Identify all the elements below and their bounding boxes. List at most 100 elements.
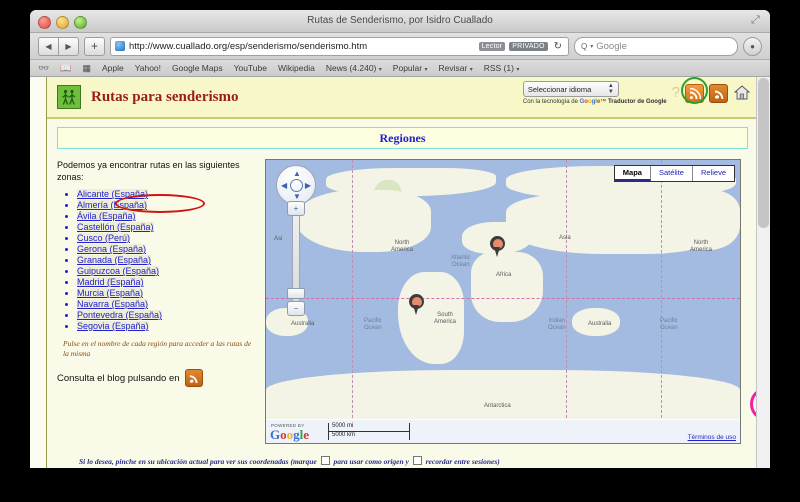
reload-icon[interactable]: ↻ xyxy=(552,41,564,52)
meridian-line xyxy=(661,160,662,443)
reader-button[interactable]: Lector xyxy=(478,41,506,51)
region-link[interactable]: Ávila (España) xyxy=(77,211,136,221)
bottom-note-part1: Si lo desea, pinche en su ubicación actu… xyxy=(79,457,319,466)
bookmark-news[interactable]: News (4.240) ▾ xyxy=(326,63,382,73)
zoom-out-button[interactable]: − xyxy=(287,301,305,316)
map-label: Australia xyxy=(588,321,612,327)
home-icon[interactable] xyxy=(733,84,750,101)
fullscreen-icon[interactable]: ⤢ xyxy=(751,15,762,26)
downloads-button[interactable]: ● xyxy=(743,36,762,56)
translate-attribution: Con la tecnología de Google™ Traductor d… xyxy=(523,99,667,105)
bookmark-yahoo[interactable]: Yahoo! xyxy=(135,63,161,73)
url-text: http://www.cuallado.org/esp/senderismo/s… xyxy=(129,40,368,52)
region-link[interactable]: Alicante (España) xyxy=(77,189,149,199)
language-select[interactable]: Seleccionar idioma ▲ ▼ xyxy=(522,81,619,97)
region-link[interactable]: Murcia (España) xyxy=(77,288,144,298)
region-list: Alicante (España)Almería (España)Ávila (… xyxy=(57,189,257,331)
list-item: Pontevedra (España) xyxy=(77,310,257,320)
region-link[interactable]: Gerona (España) xyxy=(77,244,147,254)
back-button[interactable]: ◀ xyxy=(38,36,58,56)
bookmark-news-label: News (4.240) xyxy=(325,63,377,73)
origin-checkbox[interactable] xyxy=(320,456,330,465)
rss-highlight-ring xyxy=(681,77,708,104)
region-link[interactable]: Navarra (España) xyxy=(77,299,149,309)
region-link[interactable]: Guipuzcoa (España) xyxy=(77,266,160,276)
window-title: Rutas de Senderismo, por Isidro Cuallado xyxy=(307,15,493,26)
region-link[interactable]: Madrid (España) xyxy=(77,277,144,287)
region-link[interactable]: Cusco (Perú) xyxy=(77,233,131,243)
zoom-in-button[interactable]: + xyxy=(287,201,305,216)
south-america-marker[interactable] xyxy=(409,294,424,315)
europe-marker[interactable] xyxy=(490,236,505,257)
zoom-window-button[interactable] xyxy=(74,16,87,29)
list-item: Navarra (España) xyxy=(77,299,257,309)
pan-right-icon[interactable]: ▶ xyxy=(305,181,311,190)
address-bar[interactable]: http://www.cuallado.org/esp/senderismo/s… xyxy=(110,36,569,56)
bookmark-popular[interactable]: Popular ▾ xyxy=(393,63,428,73)
forward-button[interactable]: ▶ xyxy=(58,36,79,56)
bookmark-rss[interactable]: RSS (1) ▾ xyxy=(484,63,520,73)
region-link[interactable]: Almería (España) xyxy=(77,200,148,210)
bookmark-google-maps[interactable]: Google Maps xyxy=(172,63,223,73)
list-item: Castellón (España) xyxy=(77,222,257,232)
hikers-icon xyxy=(57,85,81,109)
region-link[interactable]: Castellón (España) xyxy=(77,222,154,232)
zoom-slider-track[interactable] xyxy=(292,204,300,316)
bookmark-youtube[interactable]: YouTube xyxy=(234,63,267,73)
chevron-down-icon: ▾ xyxy=(590,43,594,50)
window-controls xyxy=(38,16,87,29)
search-field[interactable]: Q ▾ Google xyxy=(574,36,738,56)
private-badge: PRIVADO xyxy=(509,41,548,51)
map-label: Antarctica xyxy=(484,403,511,409)
pan-left-icon[interactable]: ◀ xyxy=(281,181,287,190)
landmass-africa xyxy=(471,252,543,322)
rss-icon[interactable] xyxy=(685,84,704,103)
pan-center-icon[interactable] xyxy=(289,178,303,192)
scale-kilometers: 5000 km xyxy=(332,432,356,438)
close-window-button[interactable] xyxy=(38,16,51,29)
chevron-down-icon: ▾ xyxy=(424,67,428,73)
region-link[interactable]: Granada (España) xyxy=(77,255,152,265)
pan-down-icon[interactable]: ▼ xyxy=(293,192,301,201)
blog-icon[interactable] xyxy=(709,84,728,103)
region-link[interactable]: Pontevedra (España) xyxy=(77,310,163,320)
terms-of-use-link[interactable]: Términos de uso xyxy=(688,434,736,441)
minimize-window-button[interactable] xyxy=(56,16,69,29)
translate-widget: Seleccionar idioma ▲ ▼ Con la tecnología … xyxy=(522,81,667,105)
bookmark-apple[interactable]: Apple xyxy=(102,63,124,73)
blog-icon[interactable] xyxy=(184,369,203,387)
reading-list-icon[interactable]: 👓 xyxy=(38,63,49,74)
list-item: Madrid (España) xyxy=(77,277,257,287)
google-map[interactable]: AsiNorth AmericaAtlantic OceanEuropeAsia… xyxy=(265,159,741,444)
landmass-antarctica xyxy=(266,370,740,420)
bottom-note-part2: para usar como origen y xyxy=(331,457,411,466)
remember-checkbox[interactable] xyxy=(412,456,422,465)
browser-window: Rutas de Senderismo, por Isidro Cuallado… xyxy=(30,10,770,468)
map-type-relieve[interactable]: Relieve xyxy=(693,166,734,181)
intro-text: Podemos ya encontrar rutas en las siguie… xyxy=(57,160,240,182)
map-type-satelite[interactable]: Satélite xyxy=(651,166,693,181)
google-letter-e: e xyxy=(303,427,310,442)
search-icon: Q xyxy=(581,41,588,51)
map-column: AsiNorth AmericaAtlantic OceanEuropeAsia… xyxy=(265,159,758,444)
bookmark-wikipedia[interactable]: Wikipedia xyxy=(278,63,315,73)
google-letter-g: G xyxy=(270,427,281,442)
help-icon[interactable]: ? xyxy=(672,84,680,101)
scrollbar-thumb[interactable] xyxy=(758,78,769,228)
map-label: Pacific Ocean xyxy=(364,318,382,331)
bookmark-revisar[interactable]: Revisar ▾ xyxy=(439,63,473,73)
bookmarks-icon[interactable]: 📖 xyxy=(60,63,71,74)
top-sites-icon[interactable]: ▦ xyxy=(82,63,91,74)
chevron-down-icon: ▾ xyxy=(516,67,520,73)
pan-up-icon[interactable]: ▲ xyxy=(293,169,301,178)
page-favicon xyxy=(115,41,125,51)
map-label: Australia xyxy=(291,321,315,327)
page-content: Rutas para senderismo Seleccionar idioma… xyxy=(30,77,770,468)
pan-control[interactable]: ▲ ▼ ◀ ▶ xyxy=(276,165,316,205)
region-link[interactable]: Segovia (España) xyxy=(77,321,149,331)
map-type-mapa[interactable]: Mapa xyxy=(614,166,651,181)
page-scrollbar[interactable] xyxy=(756,77,770,468)
zoom-slider-thumb[interactable] xyxy=(287,288,305,299)
powered-suffix: Traductor de Google xyxy=(607,99,667,105)
add-bookmark-button[interactable]: + xyxy=(84,36,105,56)
